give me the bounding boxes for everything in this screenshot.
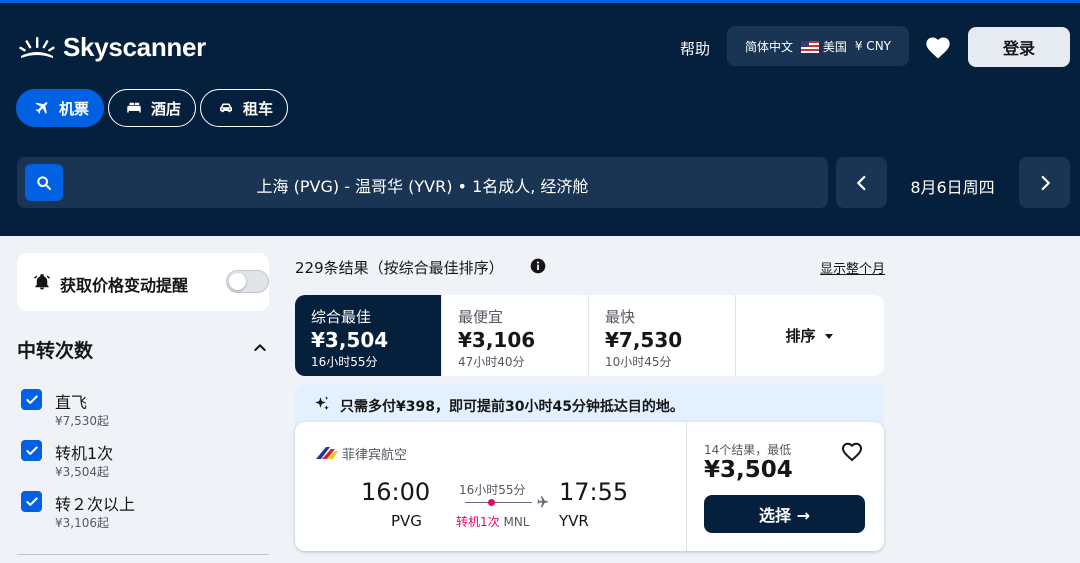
check-icon bbox=[25, 394, 38, 404]
tab-best[interactable]: 综合最佳 ¥3,504 16小时55分 bbox=[295, 295, 442, 376]
sort-tabs: 综合最佳 ¥3,504 16小时55分 最便宜 ¥3,106 47小时40分 最… bbox=[295, 295, 884, 376]
chevron-up-icon[interactable] bbox=[252, 340, 268, 356]
tab-duration: 47小时40分 bbox=[458, 355, 525, 369]
search-summary-text: 上海 (PVG) - 温哥华 (YVR) • 1名成人, 经济舱 bbox=[256, 177, 589, 196]
tab-price: ¥7,530 bbox=[605, 328, 683, 352]
stop-filter-label: 转机1次 bbox=[55, 444, 114, 463]
tab-car-hire-label: 租车 bbox=[243, 99, 274, 118]
info-icon[interactable] bbox=[530, 258, 546, 274]
tab-price: ¥3,504 bbox=[311, 328, 389, 352]
bell-icon bbox=[33, 274, 51, 290]
stop-dot bbox=[488, 499, 495, 506]
sort-dropdown[interactable]: 排序 bbox=[736, 295, 883, 376]
tab-car-hire[interactable]: 租车 bbox=[200, 89, 289, 127]
tab-title: 最便宜 bbox=[458, 308, 504, 326]
skyscanner-logo[interactable]: Skyscanner bbox=[17, 32, 206, 63]
stop-count: 转机1次 bbox=[456, 515, 500, 529]
price-alert-toggle[interactable] bbox=[226, 270, 269, 293]
language-label: 简体中文 bbox=[745, 39, 794, 54]
card-divider bbox=[686, 422, 687, 551]
sort-label: 排序 bbox=[785, 327, 816, 345]
results-count: 229条结果（按综合最佳排序） bbox=[295, 259, 504, 277]
chevron-right-icon bbox=[1041, 175, 1050, 190]
tab-price: ¥3,106 bbox=[458, 328, 536, 352]
sidebar-divider bbox=[17, 554, 269, 555]
stop-filter-label: 直飞 bbox=[55, 393, 88, 412]
stops-filter-title: 中转次数 bbox=[17, 340, 94, 362]
checkbox-two-plus[interactable] bbox=[21, 491, 42, 512]
checkbox-one-stop[interactable] bbox=[21, 440, 42, 461]
tab-hotels[interactable]: 酒店 bbox=[108, 89, 197, 127]
favorite-heart-icon[interactable] bbox=[840, 440, 864, 464]
stop-airport: MNL bbox=[503, 515, 530, 529]
route-line bbox=[465, 502, 532, 503]
arrival-time: 17:55 bbox=[559, 478, 629, 506]
us-flag-icon bbox=[801, 41, 820, 53]
select-button[interactable]: 选择 → bbox=[704, 495, 865, 533]
check-icon bbox=[25, 496, 38, 506]
bed-icon bbox=[127, 102, 141, 113]
tab-fastest[interactable]: 最快 ¥7,530 10小时45分 bbox=[589, 295, 736, 376]
stop-filter-price: ¥3,106起 bbox=[55, 516, 109, 530]
stop-filter-price: ¥3,504起 bbox=[55, 465, 109, 479]
plane-icon bbox=[537, 496, 548, 508]
stop-info: 转机1次 MNL bbox=[456, 513, 529, 530]
checkbox-direct[interactable] bbox=[21, 389, 42, 410]
stop-filter-price: ¥7,530起 bbox=[55, 414, 109, 428]
tab-title: 综合最佳 bbox=[311, 308, 372, 326]
departure-airport: PVG bbox=[391, 512, 422, 530]
tab-hotels-label: 酒店 bbox=[151, 99, 182, 118]
tab-duration: 16小时55分 bbox=[311, 355, 378, 369]
results-count-lowest: 14个结果，最低 bbox=[704, 443, 792, 457]
previous-date-button[interactable] bbox=[836, 157, 887, 208]
flight-duration: 16小时55分 bbox=[459, 483, 526, 497]
search-summary-bar[interactable]: 上海 (PVG) - 温哥华 (YVR) • 1名成人, 经济舱 bbox=[17, 157, 828, 208]
departure-time: 16:00 bbox=[361, 478, 431, 506]
tab-cheapest[interactable]: 最便宜 ¥3,106 47小时40分 bbox=[442, 295, 589, 376]
next-date-button[interactable] bbox=[1019, 157, 1070, 208]
locale-selector[interactable]: 简体中文 美国 ¥ CNY bbox=[727, 26, 909, 66]
banner-text: 只需多付¥398，即可提前30小时45分钟抵达目的地。 bbox=[340, 399, 684, 415]
car-icon bbox=[220, 103, 233, 113]
tab-duration: 10小时45分 bbox=[605, 355, 672, 369]
sunrise-logo-icon bbox=[19, 36, 55, 58]
currency-label: ¥ CNY bbox=[854, 39, 891, 53]
departure-date[interactable]: 8月6日周四 bbox=[886, 174, 1019, 198]
stop-filter-label: 转２次以上 bbox=[55, 495, 136, 514]
airline-name: 菲律宾航空 bbox=[342, 448, 408, 463]
flight-result-card[interactable]: 菲律宾航空 16:00 PVG 16小时55分 转机1次 MNL 17:55 Y… bbox=[295, 422, 884, 551]
brand-name: Skyscanner bbox=[63, 32, 206, 62]
tab-title: 最快 bbox=[605, 308, 636, 326]
flight-price: ¥3,504 bbox=[704, 457, 793, 483]
region-label: 美国 bbox=[822, 39, 847, 54]
help-link[interactable]: 帮助 bbox=[680, 38, 710, 59]
price-alert-label: 获取价格变动提醒 bbox=[60, 276, 189, 295]
check-icon bbox=[25, 445, 38, 455]
plane-icon bbox=[35, 102, 48, 114]
caret-down-icon bbox=[824, 333, 833, 339]
tab-flights[interactable]: 机票 bbox=[16, 89, 105, 127]
philippine-airlines-logo-icon bbox=[316, 447, 338, 459]
tab-flights-label: 机票 bbox=[59, 99, 90, 118]
show-whole-month-link[interactable]: 显示整个月 bbox=[820, 258, 885, 277]
price-alert-card: 获取价格变动提醒 bbox=[17, 253, 269, 311]
saved-heart-icon[interactable] bbox=[924, 34, 952, 62]
travel-mode-tabs: 机票 酒店 租车 bbox=[16, 89, 289, 127]
arrival-airport: YVR bbox=[559, 512, 589, 530]
login-button[interactable]: 登录 bbox=[968, 27, 1070, 67]
chevron-left-icon bbox=[856, 175, 865, 190]
sparkle-icon bbox=[315, 396, 329, 410]
